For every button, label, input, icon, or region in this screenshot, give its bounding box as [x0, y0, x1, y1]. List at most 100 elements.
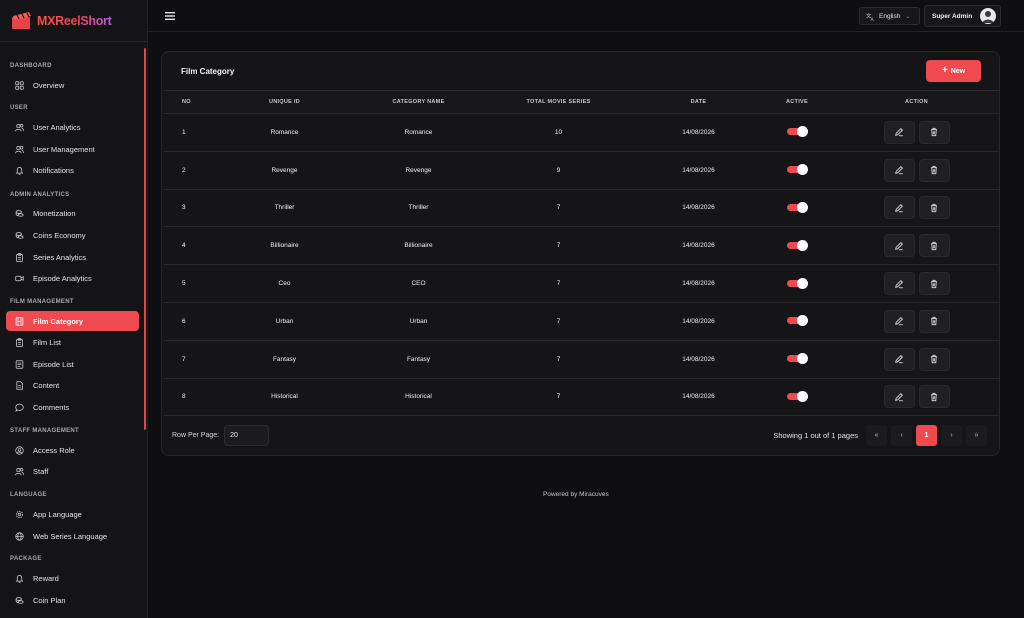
- active-toggle[interactable]: [787, 201, 808, 213]
- cell-unique-id: Historical: [271, 393, 298, 401]
- document-icon: [13, 379, 26, 392]
- sidebar-item-label: Staff: [33, 466, 49, 476]
- next-page-button[interactable]: ›: [941, 425, 962, 446]
- cell-action: [834, 227, 999, 265]
- column-header-category-name[interactable]: CATEGORY NAME: [357, 91, 480, 114]
- sidebar-item-web-series-language[interactable]: Web Series Language: [6, 526, 139, 546]
- sidebar-item-label: Reward: [33, 573, 59, 583]
- logo[interactable]: MXReelShort: [0, 0, 147, 42]
- column-header-total-movie-series[interactable]: TOTAL MOVIE SERIES: [480, 91, 637, 114]
- sidebar-item-label: User Analytics: [33, 122, 81, 132]
- prev-page-button[interactable]: ‹: [891, 425, 912, 446]
- sidebar-item-label: Coin Plan: [33, 595, 66, 605]
- delete-button[interactable]: [918, 347, 950, 371]
- sidebar-item-coin-plan[interactable]: Coin Plan: [6, 590, 139, 610]
- edit-button[interactable]: [883, 234, 915, 258]
- film-icon: [13, 315, 26, 328]
- cell-no: 4: [182, 242, 186, 250]
- delete-button[interactable]: [918, 120, 950, 144]
- cell-total-movie-series: 7: [556, 242, 561, 250]
- active-toggle[interactable]: [787, 239, 808, 251]
- active-toggle[interactable]: [787, 277, 808, 289]
- sidebar-item-content[interactable]: Content: [6, 375, 139, 395]
- sidebar-item-overview[interactable]: Overview: [6, 75, 139, 95]
- table-header-row: NO UNIQUE ID CATEGORY NAME TOTAL MOVIE S…: [164, 90, 999, 114]
- powered-by-footer: Powered by Miracuves: [543, 491, 609, 498]
- column-header-date[interactable]: DATE: [637, 91, 760, 114]
- edit-button[interactable]: [883, 196, 915, 220]
- edit-button[interactable]: [883, 120, 915, 144]
- sidebar-section-dashboard: DASHBOARD: [10, 63, 52, 69]
- new-category-button[interactable]: + New: [926, 60, 981, 82]
- sidebar-item-user-analytics[interactable]: User Analytics: [6, 117, 139, 137]
- active-toggle[interactable]: [787, 390, 808, 402]
- cell-active: [760, 378, 834, 416]
- sidebar-item-notifications[interactable]: Notifications: [6, 160, 139, 180]
- edit-button[interactable]: [883, 385, 915, 409]
- sidebar-item-series-analytics[interactable]: Series Analytics: [6, 247, 139, 267]
- sidebar-item-label: Film List: [33, 337, 61, 347]
- table-row: 2 Revenge Revenge 9 14/08/2026: [164, 151, 999, 190]
- bell-icon: [13, 572, 26, 585]
- trash-icon: [929, 392, 939, 402]
- cell-category-name: Urban: [409, 317, 428, 325]
- active-toggle[interactable]: [787, 353, 808, 365]
- edit-button[interactable]: [883, 158, 915, 182]
- cell-total-movie-series: 7: [556, 355, 561, 363]
- edit-button[interactable]: [883, 347, 915, 371]
- toggle-knob: [797, 239, 808, 251]
- delete-button[interactable]: [918, 196, 950, 220]
- chevron-down-icon: ⌄: [905, 13, 911, 20]
- sidebar-item-episode-analytics[interactable]: Episode Analytics: [6, 268, 139, 288]
- rows-per-page-label: Row Per Page:: [172, 432, 220, 439]
- table-row: 8 Historical Historical 7 14/08/2026: [164, 378, 999, 416]
- sidebar-item-label: Episode Analytics: [33, 273, 92, 283]
- sidebar-item-reward[interactable]: Reward: [6, 568, 139, 588]
- sidebar-item-user-management[interactable]: User Management: [6, 139, 139, 159]
- active-toggle[interactable]: [787, 315, 808, 327]
- delete-button[interactable]: [918, 272, 950, 296]
- sidebar-scrollbar[interactable]: [144, 48, 146, 430]
- first-page-button[interactable]: «: [866, 425, 887, 446]
- sidebar-item-label: Film Category: [33, 316, 84, 326]
- sidebar-item-film-list[interactable]: Film List: [6, 332, 139, 352]
- column-header-unique-id[interactable]: UNIQUE ID: [212, 91, 357, 114]
- active-toggle[interactable]: [787, 164, 808, 176]
- language-selector[interactable]: 文 A English ⌄: [859, 7, 920, 25]
- edit-icon: [894, 354, 904, 364]
- edit-button[interactable]: [883, 272, 915, 296]
- sidebar-item-staff[interactable]: Staff: [6, 461, 139, 481]
- delete-button[interactable]: [918, 309, 950, 333]
- cell-category-name: Fantasy: [406, 355, 431, 363]
- sidebar-item-access-role[interactable]: Access Role: [6, 440, 139, 460]
- cell-total-movie-series: 10: [554, 128, 563, 136]
- table-row: 1 Romance Romance 10 14/08/2026: [164, 114, 999, 152]
- active-toggle[interactable]: [787, 126, 808, 138]
- cell-category-name: Revenge: [405, 166, 432, 174]
- delete-button[interactable]: [918, 385, 950, 409]
- edit-icon: [894, 203, 904, 213]
- page-1-button[interactable]: 1: [916, 425, 937, 446]
- sidebar-item-label: Monetization: [33, 208, 76, 218]
- column-header-active[interactable]: ACTIVE: [760, 91, 834, 114]
- sidebar-item-comments[interactable]: Comments: [6, 397, 139, 417]
- page-title: Film Category: [181, 67, 235, 76]
- rows-per-page-input[interactable]: 20: [224, 425, 270, 446]
- user-menu[interactable]: Super Admin: [924, 5, 1001, 27]
- globe-icon: [13, 530, 26, 543]
- sidebar-section-language: LANGUAGE: [10, 492, 47, 498]
- sidebar-item-app-language[interactable]: App Language: [6, 504, 139, 524]
- sidebar-item-coins-economy[interactable]: Coins Economy: [6, 225, 139, 245]
- sidebar-item-monetization[interactable]: Monetization: [6, 203, 139, 223]
- trash-icon: [929, 203, 939, 213]
- sidebar-item-episode-list[interactable]: Episode List: [6, 354, 139, 374]
- edit-icon: [894, 316, 904, 326]
- last-page-button[interactable]: »: [966, 425, 987, 446]
- delete-button[interactable]: [918, 158, 950, 182]
- edit-button[interactable]: [883, 309, 915, 333]
- sidebar-item-film-category[interactable]: Film Category: [6, 311, 139, 331]
- cell-total-movie-series: 7: [556, 280, 561, 288]
- delete-button[interactable]: [918, 234, 950, 258]
- hamburger-menu-icon[interactable]: [165, 12, 175, 20]
- column-header-no[interactable]: NO: [164, 91, 212, 114]
